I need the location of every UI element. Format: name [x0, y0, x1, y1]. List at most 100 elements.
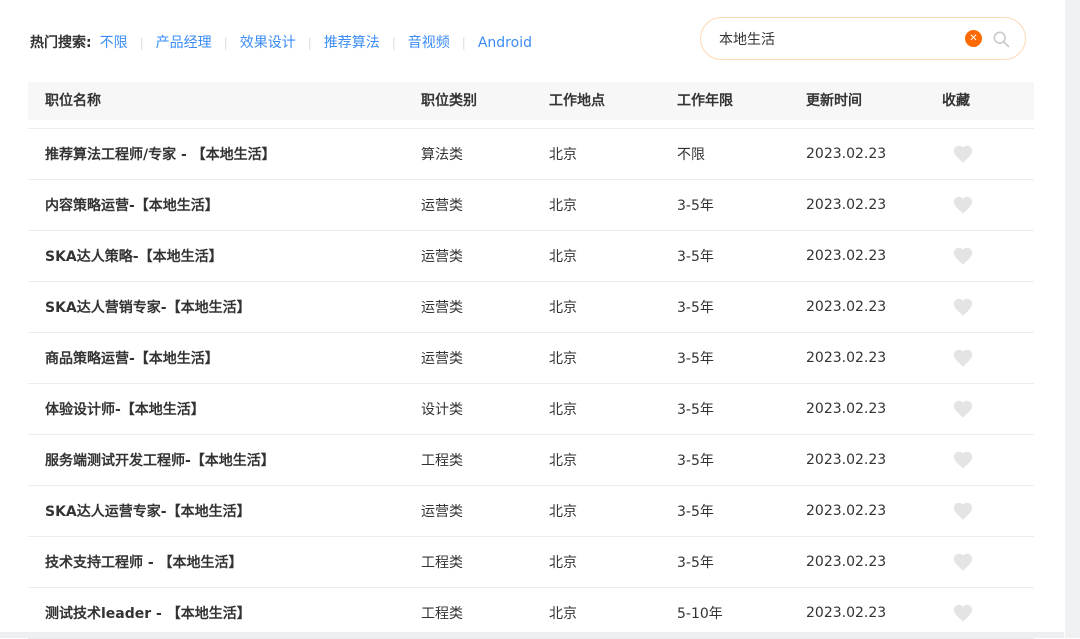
column-header-favorite: 收藏 — [942, 82, 970, 120]
job-updated: 2023.02.23 — [806, 146, 886, 162]
heart-icon — [952, 398, 974, 420]
favorite-button[interactable] — [950, 347, 976, 369]
job-title[interactable]: 推荐算法工程师/专家 - 【本地生活】 — [45, 144, 276, 164]
page-edge-strip — [1065, 0, 1080, 638]
separator: | — [462, 36, 466, 50]
column-header-category: 职位类别 — [421, 82, 477, 120]
job-category: 设计类 — [421, 399, 463, 419]
job-title[interactable]: 测试技术leader - 【本地生活】 — [45, 603, 251, 623]
job-title[interactable]: SKA达人策略-【本地生活】 — [45, 246, 223, 266]
job-location: 北京 — [549, 144, 577, 164]
bottom-edge-strip — [0, 632, 1064, 638]
job-experience: 3-5年 — [677, 399, 714, 419]
job-location: 北京 — [549, 450, 577, 470]
job-updated: 2023.02.23 — [806, 605, 886, 621]
table-row[interactable]: 体验设计师-【本地生活】 设计类 北京 3-5年 2023.02.23 — [28, 384, 1034, 435]
heart-icon — [952, 194, 974, 216]
job-updated: 2023.02.23 — [806, 452, 886, 468]
hot-search-link[interactable]: 音视频 — [408, 35, 450, 51]
hot-search-link[interactable]: 效果设计 — [240, 35, 296, 51]
job-category: 运营类 — [421, 246, 463, 266]
job-updated: 2023.02.23 — [806, 554, 886, 570]
search-box[interactable]: 本地生活 ✕ — [700, 17, 1026, 60]
table-row[interactable]: SKA达人运营专家-【本地生活】 运营类 北京 3-5年 2023.02.23 — [28, 486, 1034, 537]
job-location: 北京 — [549, 297, 577, 317]
table-row[interactable]: SKA达人策略-【本地生活】 运营类 北京 3-5年 2023.02.23 — [28, 231, 1034, 282]
heart-icon — [952, 449, 974, 471]
job-category: 运营类 — [421, 195, 463, 215]
separator: | — [224, 36, 228, 50]
job-location: 北京 — [549, 246, 577, 266]
job-updated: 2023.02.23 — [806, 350, 886, 366]
job-title[interactable]: 体验设计师-【本地生活】 — [45, 399, 205, 419]
job-category: 工程类 — [421, 450, 463, 470]
job-experience: 3-5年 — [677, 246, 714, 266]
job-location: 北京 — [549, 399, 577, 419]
job-category: 运营类 — [421, 501, 463, 521]
favorite-button[interactable] — [950, 194, 976, 216]
heart-icon — [952, 245, 974, 267]
table-row[interactable]: 服务端测试开发工程师-【本地生活】 工程类 北京 3-5年 2023.02.23 — [28, 435, 1034, 486]
separator: | — [140, 36, 144, 50]
favorite-button[interactable] — [950, 551, 976, 573]
job-updated: 2023.02.23 — [806, 197, 886, 213]
separator: | — [308, 36, 312, 50]
column-header-location: 工作地点 — [549, 82, 605, 120]
favorite-button[interactable] — [950, 296, 976, 318]
heart-icon — [952, 602, 974, 624]
hot-search-bar: 热门搜索: 不限 | 产品经理 | 效果设计 | 推荐算法 | 音视频 | Android — [30, 32, 532, 52]
job-title[interactable]: 商品策略运营-【本地生活】 — [45, 348, 219, 368]
job-title[interactable]: SKA达人营销专家-【本地生活】 — [45, 297, 251, 317]
job-location: 北京 — [549, 348, 577, 368]
table-row[interactable]: 内容策略运营-【本地生活】 运营类 北京 3-5年 2023.02.23 — [28, 180, 1034, 231]
table-row[interactable]: 商品策略运营-【本地生活】 运营类 北京 3-5年 2023.02.23 — [28, 333, 1034, 384]
job-experience: 3-5年 — [677, 552, 714, 572]
jobs-table: 推荐算法工程师/专家 - 【本地生活】 算法类 北京 不限 2023.02.23… — [28, 128, 1034, 639]
job-title[interactable]: 技术支持工程师 - 【本地生活】 — [45, 552, 243, 572]
heart-icon — [952, 551, 974, 573]
job-title[interactable]: 服务端测试开发工程师-【本地生活】 — [45, 450, 275, 470]
heart-icon — [952, 296, 974, 318]
job-category: 工程类 — [421, 552, 463, 572]
magnifier-icon[interactable] — [991, 29, 1011, 49]
job-category: 运营类 — [421, 348, 463, 368]
table-row[interactable]: SKA达人营销专家-【本地生活】 运营类 北京 3-5年 2023.02.23 — [28, 282, 1034, 333]
job-experience: 3-5年 — [677, 297, 714, 317]
favorite-button[interactable] — [950, 500, 976, 522]
job-experience: 5-10年 — [677, 603, 723, 623]
separator: | — [392, 36, 396, 50]
hot-search-link[interactable]: 产品经理 — [156, 35, 212, 51]
hot-search-link[interactable]: Android — [478, 35, 532, 51]
favorite-button[interactable] — [950, 449, 976, 471]
job-updated: 2023.02.23 — [806, 401, 886, 417]
heart-icon — [952, 143, 974, 165]
job-location: 北京 — [549, 501, 577, 521]
table-row[interactable]: 推荐算法工程师/专家 - 【本地生活】 算法类 北京 不限 2023.02.23 — [28, 129, 1034, 180]
column-header-title: 职位名称 — [45, 82, 101, 120]
job-location: 北京 — [549, 195, 577, 215]
job-title[interactable]: 内容策略运营-【本地生活】 — [45, 195, 219, 215]
clear-search-icon[interactable]: ✕ — [965, 30, 982, 47]
column-header-experience: 工作年限 — [677, 82, 733, 120]
search-input[interactable]: 本地生活 — [719, 29, 965, 49]
heart-icon — [952, 500, 974, 522]
hot-search-link[interactable]: 不限 — [100, 35, 128, 51]
favorite-button[interactable] — [950, 602, 976, 624]
job-category: 运营类 — [421, 297, 463, 317]
job-title[interactable]: SKA达人运营专家-【本地生活】 — [45, 501, 251, 521]
job-category: 工程类 — [421, 603, 463, 623]
table-row[interactable]: 技术支持工程师 - 【本地生活】 工程类 北京 3-5年 2023.02.23 — [28, 537, 1034, 588]
job-location: 北京 — [549, 603, 577, 623]
job-experience: 3-5年 — [677, 348, 714, 368]
table-header: 职位名称 职位类别 工作地点 工作年限 更新时间 收藏 — [28, 82, 1034, 120]
column-header-updated: 更新时间 — [806, 82, 862, 120]
job-experience: 不限 — [677, 144, 705, 164]
job-updated: 2023.02.23 — [806, 503, 886, 519]
favorite-button[interactable] — [950, 245, 976, 267]
favorite-button[interactable] — [950, 143, 976, 165]
job-category: 算法类 — [421, 144, 463, 164]
heart-icon — [952, 347, 974, 369]
hot-search-link[interactable]: 推荐算法 — [324, 35, 380, 51]
hot-search-label: 热门搜索: — [30, 32, 92, 52]
favorite-button[interactable] — [950, 398, 976, 420]
